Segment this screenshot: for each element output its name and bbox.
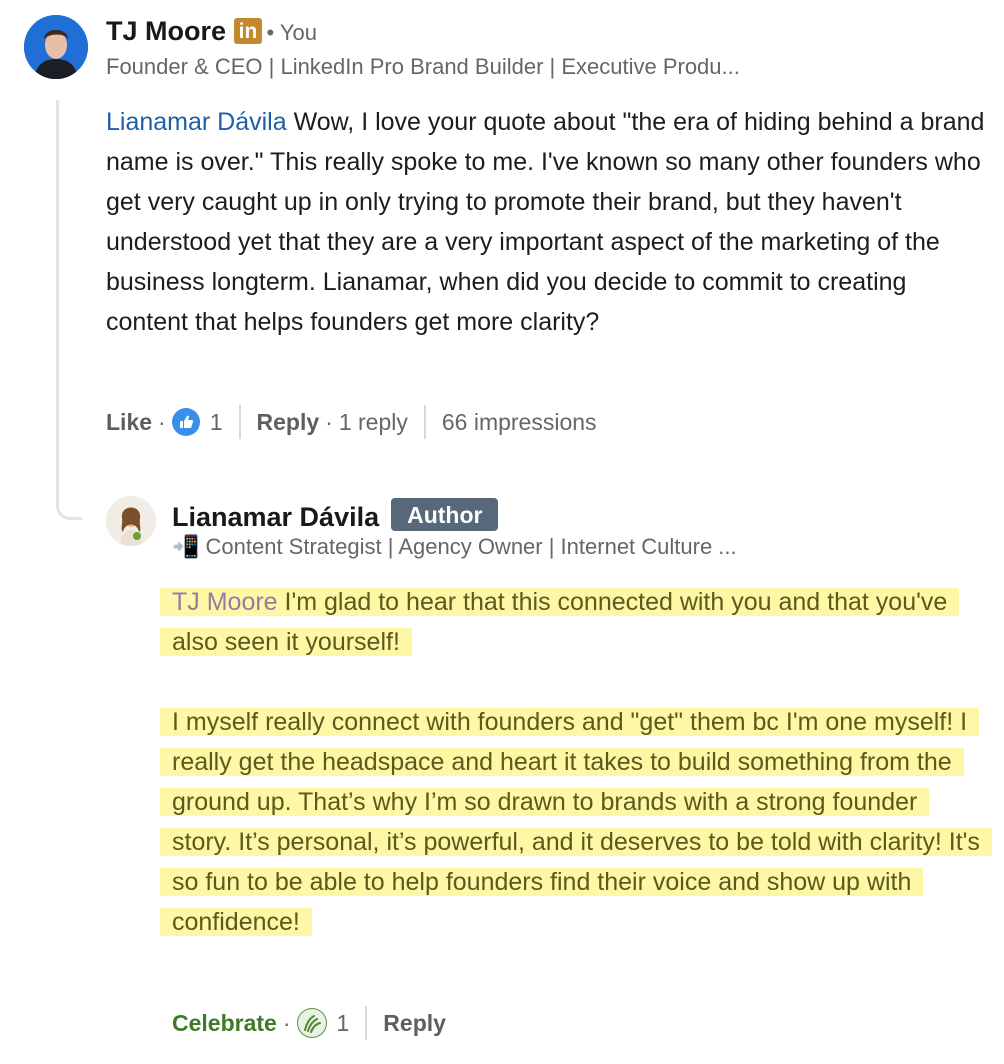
divider bbox=[238, 405, 241, 439]
separator-dot: · bbox=[325, 408, 333, 435]
reaction-count[interactable]: 1 bbox=[210, 409, 223, 436]
reply-header: Lianamar Dávila Author bbox=[172, 498, 499, 533]
comment-author-name[interactable]: TJ Moore bbox=[106, 16, 226, 46]
parent-comment-body: Lianamar Dávila Wow, I love your quote a… bbox=[106, 102, 986, 342]
reply-body-paragraph-2: I myself really connect with founders an… bbox=[160, 702, 992, 942]
mention-link[interactable]: Lianamar Dávila bbox=[106, 108, 287, 136]
reply-button[interactable]: Reply bbox=[383, 1010, 446, 1037]
reply-button[interactable]: Reply bbox=[257, 409, 320, 436]
divider bbox=[423, 405, 426, 439]
like-reaction-icon[interactable] bbox=[171, 408, 200, 436]
parent-comment-header: TJ Moore in • You bbox=[106, 16, 317, 47]
reply-author-name[interactable]: Lianamar Dávila bbox=[172, 502, 379, 532]
mention-link[interactable]: TJ Moore bbox=[172, 588, 278, 616]
author-badge: Author bbox=[391, 498, 499, 531]
divider bbox=[365, 1006, 368, 1040]
reply-author-headline: 📲 Content Strategist | Agency Owner | In… bbox=[172, 534, 737, 559]
reply-text: I'm glad to hear that this connected wit… bbox=[172, 588, 948, 656]
parent-comment-actions: Like · 1 Reply · 1 reply 66 impressions bbox=[106, 404, 597, 440]
tj-moore-avatar[interactable] bbox=[24, 15, 88, 79]
thread-connector-line bbox=[56, 100, 82, 520]
celebrate-reaction-icon[interactable] bbox=[296, 1008, 327, 1038]
separator-dot: · bbox=[282, 1009, 291, 1036]
comment-text: Wow, I love your quote about "the era of… bbox=[106, 108, 985, 336]
reply-text: I myself really connect with founders an… bbox=[160, 708, 992, 936]
reaction-count[interactable]: 1 bbox=[337, 1010, 350, 1037]
celebrate-button[interactable]: Celebrate bbox=[172, 1010, 277, 1037]
comment-author-headline: Founder & CEO | LinkedIn Pro Brand Build… bbox=[106, 54, 740, 79]
author-relation-label: • You bbox=[266, 20, 318, 45]
like-button[interactable]: Like bbox=[106, 409, 152, 436]
impressions-count[interactable]: 66 impressions bbox=[442, 409, 597, 436]
reply-count-link[interactable]: 1 reply bbox=[339, 409, 408, 436]
reply-actions: Celebrate · 1 Reply bbox=[172, 1005, 446, 1041]
separator-dot: · bbox=[158, 408, 166, 435]
reply-body-paragraph-1: TJ Moore I'm glad to hear that this conn… bbox=[160, 582, 980, 662]
linkedin-premium-icon: in bbox=[234, 18, 263, 44]
lianamar-davila-avatar[interactable] bbox=[106, 496, 156, 546]
